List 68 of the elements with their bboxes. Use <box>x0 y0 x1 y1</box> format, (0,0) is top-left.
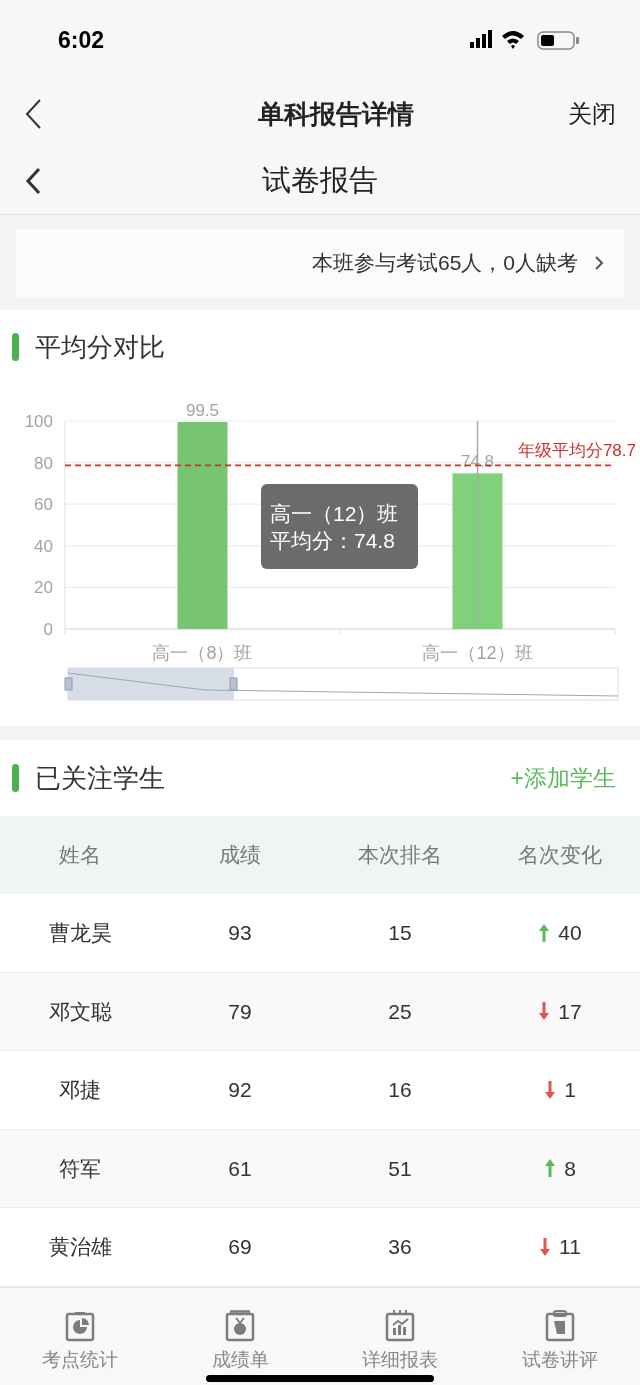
student-row[interactable]: 曹龙昊 93 15 40 <box>0 894 640 973</box>
table-cell-text: 黄治雄 <box>47 1234 113 1260</box>
section-title: 平均分对比 <box>35 330 165 364</box>
rank-change: 8 <box>564 1155 576 1182</box>
axis-tick-label: 80 <box>34 453 53 473</box>
status-time: 6:02 <box>58 25 105 55</box>
back-chevron-icon <box>24 166 42 196</box>
close-button[interactable]: 关闭 <box>568 96 616 132</box>
signal-icon <box>470 30 492 48</box>
table-cell-text: 邓文聪 <box>47 998 113 1025</box>
section-marker <box>12 764 19 792</box>
table-cell-text: 25 <box>387 998 413 1025</box>
table-cell-text: 93 <box>227 920 253 946</box>
arrow-up-icon <box>538 922 551 943</box>
table-cell-text: 51 <box>387 1155 413 1182</box>
table-cell-text: 61 <box>227 1155 253 1182</box>
medal-icon <box>224 1309 256 1342</box>
rank-change: 40 <box>558 920 582 946</box>
column-header: 名次变化 <box>517 842 603 869</box>
attendance-row[interactable]: 本班参与考试65人，0人缺考 <box>16 228 624 297</box>
arrow-down-icon <box>544 1079 557 1100</box>
page-title: 单科报告详情 <box>258 97 414 131</box>
arrow-down-icon <box>538 1001 551 1022</box>
axis-tick-label: 100 <box>24 412 53 431</box>
student-row[interactable]: 邓捷 92 16 1 <box>0 1051 640 1130</box>
section-marker <box>12 333 19 361</box>
axis-tick-label: 40 <box>34 536 53 556</box>
rank-change: 1 <box>564 1077 576 1103</box>
pie-chart-icon <box>64 1309 96 1342</box>
table-cell-text: 36 <box>387 1234 413 1260</box>
table-cell-text: 15 <box>387 920 413 946</box>
axis-tick-label: 0 <box>43 620 53 639</box>
column-header: 姓名 <box>58 842 102 869</box>
arrow-up-icon <box>544 1158 557 1179</box>
clipboard-icon <box>544 1309 576 1342</box>
report-title: 试卷报告 <box>261 163 379 199</box>
table-cell-text: 69 <box>227 1234 253 1260</box>
section-title: 已关注学生 <box>35 761 165 795</box>
bar[interactable] <box>452 473 503 629</box>
category-label: 高一（8）班 <box>152 643 253 663</box>
wifi-icon <box>502 31 524 49</box>
bar-value-label: 99.5 <box>185 401 220 421</box>
axis-tick-label: 60 <box>34 495 53 515</box>
rank-change: 17 <box>558 998 582 1025</box>
student-row[interactable]: 邓文聪 79 25 17 <box>0 972 640 1051</box>
arrow-down-icon <box>539 1236 552 1257</box>
bar[interactable] <box>177 422 228 629</box>
column-header: 成绩 <box>218 842 262 869</box>
tooltip-title: 高一（12）班 <box>270 502 400 524</box>
average-line-label: 年级平均分78.7 <box>517 441 636 461</box>
student-row[interactable]: 符军 61 51 8 <box>0 1129 640 1208</box>
back-chevron-icon <box>24 98 42 130</box>
chevron-right-icon <box>594 254 604 271</box>
table-cell-text: 92 <box>227 1077 253 1103</box>
table-cell-text: 16 <box>387 1077 413 1103</box>
student-row[interactable]: 黄治雄 69 36 11 <box>0 1208 640 1287</box>
table-cell-text: 符军 <box>58 1155 102 1182</box>
axis-tick-label: 20 <box>34 578 53 598</box>
battery-icon <box>537 31 579 50</box>
category-label: 高一（12）班 <box>422 643 533 663</box>
data-zoom-slider[interactable] <box>64 667 619 701</box>
table-cell-text: 邓捷 <box>58 1077 102 1103</box>
table-cell-text: 曹龙昊 <box>47 920 113 946</box>
bar-chart-icon <box>384 1309 416 1342</box>
column-header: 本次排名 <box>357 842 443 869</box>
tooltip-value: 平均分：74.8 <box>270 529 396 551</box>
rank-change: 11 <box>559 1234 581 1260</box>
table-cell-text: 79 <box>227 998 253 1025</box>
